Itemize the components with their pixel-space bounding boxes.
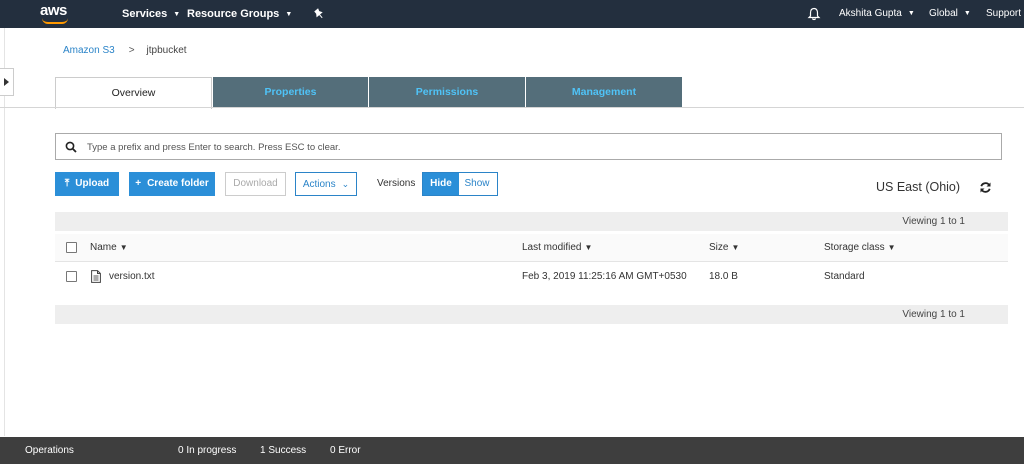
versions-toggle: Hide Show xyxy=(422,172,498,196)
chevron-down-icon: ▼ xyxy=(285,11,293,18)
chevron-down-icon: ▼ xyxy=(963,10,971,17)
aws-logo[interactable]: aws xyxy=(40,2,72,26)
sort-caret-icon: ▼ xyxy=(887,243,896,252)
error-count: 0 Error xyxy=(330,445,361,456)
support-menu[interactable]: Support xyxy=(986,0,1021,28)
sort-caret-icon: ▼ xyxy=(119,243,128,252)
versions-label: Versions xyxy=(377,178,416,189)
breadcrumb-amazon-s3[interactable]: Amazon S3 xyxy=(63,45,115,56)
bell-icon[interactable] xyxy=(807,7,821,21)
in-progress-count: 0 In progress xyxy=(178,445,237,456)
sort-caret-icon: ▼ xyxy=(731,243,740,252)
operations-status-bar[interactable]: Operations 0 In progress 1 Success 0 Err… xyxy=(0,437,1024,464)
chevron-down-icon: ⌄ xyxy=(341,179,350,189)
column-header-name[interactable]: Name ▼ xyxy=(90,242,128,253)
breadcrumb-separator: > xyxy=(128,45,135,56)
column-header-storage-class[interactable]: Storage class ▼ xyxy=(824,242,896,253)
bucket-region-label: US East (Ohio) xyxy=(876,180,961,194)
viewing-range-text: Viewing 1 to 1 xyxy=(902,216,965,227)
object-name-link[interactable]: version.txt xyxy=(109,271,155,282)
plus-icon: + xyxy=(135,178,142,189)
sort-caret-icon: ▼ xyxy=(584,243,593,252)
tab-overview[interactable]: Overview xyxy=(55,77,212,109)
create-folder-button[interactable]: + Create folder xyxy=(129,172,215,196)
search-input[interactable] xyxy=(87,138,987,156)
object-size: 18.0 B xyxy=(709,271,738,282)
operations-label: Operations xyxy=(25,445,74,456)
search-icon xyxy=(65,141,77,153)
table-row[interactable]: version.txt Feb 3, 2019 11:25:16 AM GMT+… xyxy=(55,263,1008,291)
object-storage-class: Standard xyxy=(824,271,865,282)
object-last-modified: Feb 3, 2019 11:25:16 AM GMT+0530 xyxy=(522,271,687,282)
versions-hide-button[interactable]: Hide xyxy=(423,173,459,195)
success-count: 1 Success xyxy=(260,445,307,456)
breadcrumb: Amazon S3 > jtpbucket xyxy=(63,45,187,56)
tab-permissions[interactable]: Permissions xyxy=(369,77,525,108)
tab-management[interactable]: Management xyxy=(526,77,682,108)
expand-sidebar-handle[interactable] xyxy=(0,68,14,96)
column-header-size[interactable]: Size ▼ xyxy=(709,242,739,253)
aws-smile-icon xyxy=(42,18,68,24)
upload-icon: ⤒ xyxy=(64,178,70,189)
viewing-range-text: Viewing 1 to 1 xyxy=(902,309,965,320)
column-header-last-modified[interactable]: Last modified ▼ xyxy=(522,242,592,253)
upload-button[interactable]: ⤒ Upload xyxy=(55,172,119,196)
region-menu[interactable]: Global ▼ xyxy=(929,0,971,28)
actions-dropdown[interactable]: Actions ⌄ xyxy=(295,172,357,196)
row-select-checkbox[interactable] xyxy=(66,271,77,282)
prefix-search-box xyxy=(55,133,1002,160)
pagination-bar-top: Viewing 1 to 1 xyxy=(55,212,1008,231)
refresh-icon[interactable] xyxy=(979,181,992,194)
resource-groups-menu[interactable]: Resource Groups ▼ xyxy=(187,0,292,28)
download-button[interactable]: Download xyxy=(225,172,286,196)
chevron-down-icon: ▼ xyxy=(173,11,181,18)
chevron-down-icon: ▼ xyxy=(907,10,915,17)
tab-properties[interactable]: Properties xyxy=(213,77,368,108)
services-menu[interactable]: Services ▼ xyxy=(122,0,180,28)
breadcrumb-current-bucket: jtpbucket xyxy=(146,45,187,56)
pagination-bar-bottom: Viewing 1 to 1 xyxy=(55,305,1008,324)
table-header: Name ▼ Last modified ▼ Size ▼ Storage class… xyxy=(55,234,1008,262)
pin-icon[interactable] xyxy=(312,7,326,21)
versions-show-button[interactable]: Show xyxy=(459,173,495,195)
user-menu[interactable]: Akshita Gupta ▼ xyxy=(839,0,915,28)
tabs-divider xyxy=(0,107,1024,108)
top-navigation-bar: aws Services ▼ Resource Groups ▼ Akshita G… xyxy=(0,0,1024,28)
file-icon xyxy=(91,270,101,283)
select-all-checkbox[interactable] xyxy=(66,242,77,253)
